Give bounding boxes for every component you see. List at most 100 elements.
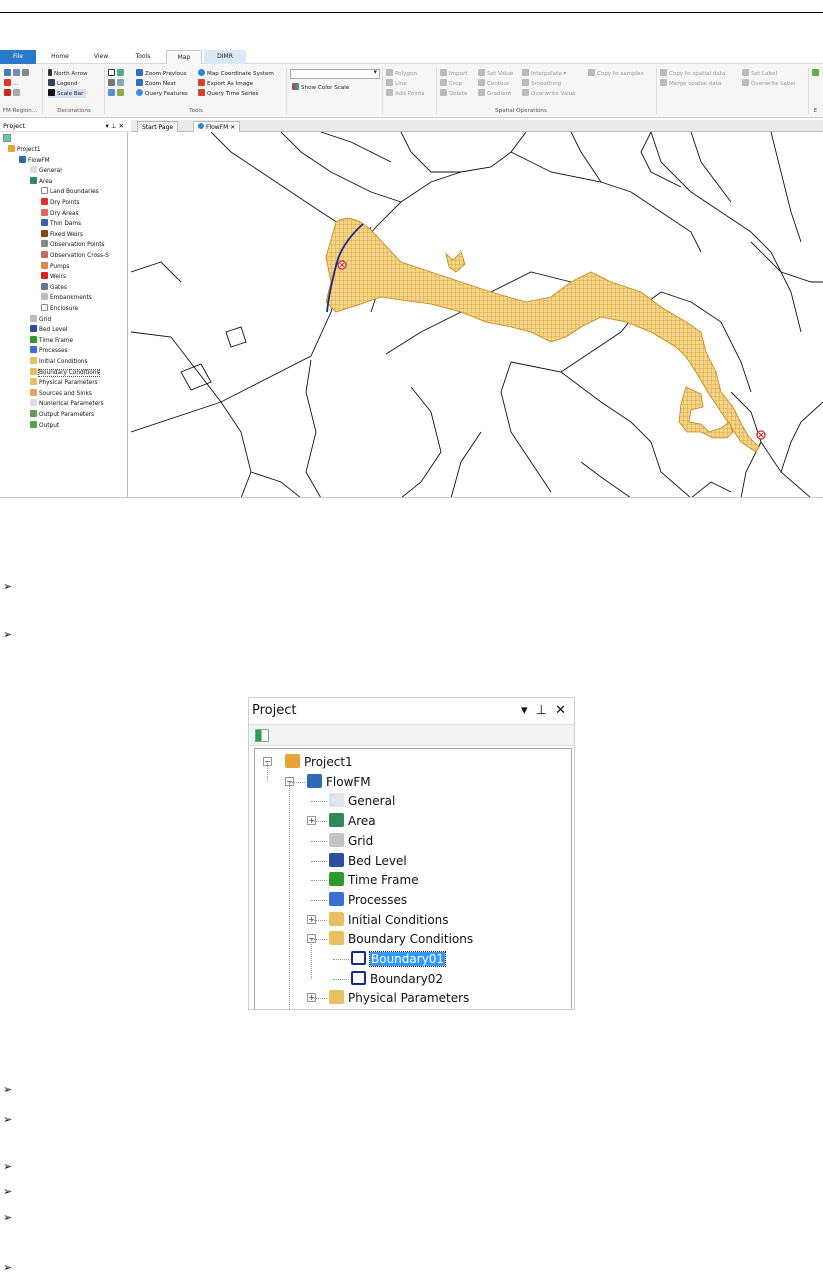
- tab-tools[interactable]: Tools: [126, 50, 160, 64]
- identify-tools[interactable]: [108, 89, 126, 98]
- map-coordinate-system-button[interactable]: Map Coordinate System: [198, 69, 274, 78]
- show-color-scale-button[interactable]: Show Color Scale: [292, 83, 349, 92]
- query-features-button[interactable]: Query Features: [136, 89, 188, 98]
- tree-node-pumps[interactable]: Pumps: [41, 261, 69, 272]
- show-tree-icon[interactable]: [3, 134, 11, 142]
- tree-node-general[interactable]: General: [30, 166, 62, 176]
- select-tools[interactable]: [108, 69, 126, 78]
- close-icon[interactable]: ✕: [230, 124, 235, 131]
- tree-node-flowfm[interactable]: FlowFM: [307, 773, 371, 791]
- tree-node-general[interactable]: General: [329, 792, 395, 810]
- tree-node-boundary-conditions[interactable]: Boundary Conditions: [329, 930, 473, 948]
- group-label-tools: Tools: [189, 108, 203, 114]
- boundary-support-point[interactable]: [756, 430, 766, 440]
- tree-node-time-frame[interactable]: Time Frame: [30, 335, 73, 346]
- fm-region-row3[interactable]: [4, 89, 22, 98]
- tree-node-observation-cross-s[interactable]: Observation Cross-S: [41, 251, 109, 261]
- add-points-button[interactable]: Add Points: [386, 89, 424, 98]
- merge-spatial-data-button[interactable]: Merge spatial data: [660, 79, 721, 88]
- boundary-support-point[interactable]: [337, 260, 347, 270]
- polygon-button[interactable]: Polygon: [386, 69, 417, 78]
- tab-map[interactable]: Map: [166, 50, 202, 64]
- tree-node-processes[interactable]: Processes: [30, 346, 68, 356]
- tree-node-sources-and-sinks[interactable]: Sources and Sinks: [30, 388, 92, 399]
- tree-node-boundary02[interactable]: Boundary02: [351, 970, 443, 988]
- fm-region-icons[interactable]: [4, 69, 31, 78]
- copy-to-samples-button[interactable]: Copy to samples: [588, 69, 644, 78]
- gradient-button[interactable]: Gradient: [478, 89, 511, 98]
- tree-node-dry-areas[interactable]: Dry Areas: [41, 208, 78, 219]
- tab-flowfm[interactable]: FlowFM ✕: [193, 121, 241, 132]
- tab-file[interactable]: File: [0, 50, 36, 64]
- tab-view[interactable]: View: [84, 50, 118, 64]
- tree-node-land-boundaries[interactable]: Land Boundaries: [41, 187, 99, 197]
- contour-button[interactable]: Contour: [478, 79, 509, 88]
- enclosure-icon: [41, 304, 48, 311]
- delete-button[interactable]: Delete: [440, 89, 467, 98]
- tree-node-boundary-conditions[interactable]: Boundary Conditions: [30, 367, 101, 378]
- export-as-image-button[interactable]: Export As Image: [198, 79, 253, 88]
- panel-controls[interactable]: ▾ ⊥ ✕: [521, 698, 568, 724]
- tree-node-project1[interactable]: Project1: [285, 753, 353, 771]
- tree-node-gates[interactable]: Gates: [41, 282, 67, 293]
- tree-node-initial-conditions[interactable]: Initial Conditions: [329, 911, 449, 929]
- grid-icon: [329, 832, 344, 847]
- tree-node-time-frame[interactable]: Time Frame: [329, 871, 419, 889]
- tree-node-bed-level[interactable]: Bed Level: [329, 852, 407, 870]
- tree-node-output[interactable]: Output: [30, 420, 59, 431]
- tree-node-grid[interactable]: Grid: [329, 832, 373, 850]
- pan-tools[interactable]: [108, 79, 126, 88]
- overwrite-value-button[interactable]: Overwrite Value: [522, 89, 576, 98]
- line-button[interactable]: Line: [386, 79, 407, 88]
- zoom-previous-button[interactable]: Zoom Previous: [136, 69, 187, 78]
- show-in-tree-icon[interactable]: [255, 729, 269, 742]
- tab-start-page[interactable]: Start Page: [137, 121, 179, 132]
- import-button[interactable]: Import: [440, 69, 468, 78]
- weirs-icon: [41, 272, 48, 280]
- tree-node-label: Time Frame: [348, 873, 419, 888]
- tree-node-embankments[interactable]: Embankments: [41, 293, 92, 303]
- tree-node-thin-dams[interactable]: Thin Dams: [41, 219, 81, 229]
- tree-node-observation-points[interactable]: Observation Points: [41, 240, 105, 250]
- legend-icon: [48, 79, 55, 86]
- crop-button[interactable]: Crop: [440, 79, 462, 88]
- scale-bar-button[interactable]: Scale Bar: [48, 89, 87, 98]
- tree-node-area[interactable]: Area: [30, 176, 52, 187]
- smoothing-button[interactable]: Smoothing: [522, 79, 561, 88]
- tree-node-weirs[interactable]: Weirs: [41, 272, 66, 282]
- zoom-next-button[interactable]: Zoom Next: [136, 79, 176, 88]
- tree-node-enclosure[interactable]: Enclosure: [41, 304, 78, 314]
- tree-node-initial-conditions[interactable]: Initial Conditions: [30, 357, 88, 367]
- fm-region-row2[interactable]: ...: [4, 79, 18, 88]
- tree-node-project1[interactable]: Project1: [8, 145, 41, 155]
- north-arrow-button[interactable]: North Arrow: [48, 69, 88, 78]
- tree-node-physical-parameters[interactable]: Physical Parameters: [30, 378, 98, 388]
- tree-node-processes[interactable]: Processes: [329, 891, 407, 909]
- panel-controls[interactable]: ▾ ⊥ ✕: [105, 120, 124, 132]
- tree-node-output-parameters[interactable]: Output Parameters: [30, 410, 94, 420]
- tree-node-flowfm[interactable]: FlowFM: [19, 155, 50, 166]
- tree-node-boundary01[interactable]: Boundary01: [351, 950, 447, 968]
- tree-node-bed-level[interactable]: Bed Level: [30, 325, 67, 335]
- tab-home[interactable]: Home: [44, 50, 76, 64]
- bullet-marker: ➢: [3, 1261, 13, 1274]
- tree-node-physical-parameters[interactable]: Physical Parameters: [329, 989, 469, 1007]
- tree-node-numerical-parameters[interactable]: Numerical Parameters: [30, 399, 104, 409]
- tree-node-fixed-weirs[interactable]: Fixed Weirs: [41, 229, 83, 240]
- copy-to-spatial-data-button[interactable]: Copy to spatial data: [660, 69, 725, 78]
- tab-dimr[interactable]: DIMR: [204, 50, 246, 64]
- tree-node-grid[interactable]: Grid: [30, 314, 51, 325]
- tree-node-area[interactable]: Area: [329, 812, 376, 830]
- edit-tools[interactable]: [812, 69, 821, 78]
- folder-icon: [329, 931, 344, 946]
- set-label-button[interactable]: Set Label: [742, 69, 777, 78]
- legend-button[interactable]: Legend: [48, 79, 78, 88]
- overwrite-label-button[interactable]: Overwrite Label: [742, 79, 795, 88]
- map-canvas[interactable]: [131, 132, 823, 498]
- map-view[interactable]: Start Page FlowFM ✕: [131, 120, 823, 498]
- interpolate-button[interactable]: Interpolate ▾: [522, 69, 566, 78]
- color-scale-combo[interactable]: [290, 68, 380, 79]
- tree-node-dry-points[interactable]: Dry Points: [41, 198, 80, 208]
- query-time-series-button[interactable]: Query Time Series: [198, 89, 258, 98]
- set-value-button[interactable]: Set Value: [478, 69, 513, 78]
